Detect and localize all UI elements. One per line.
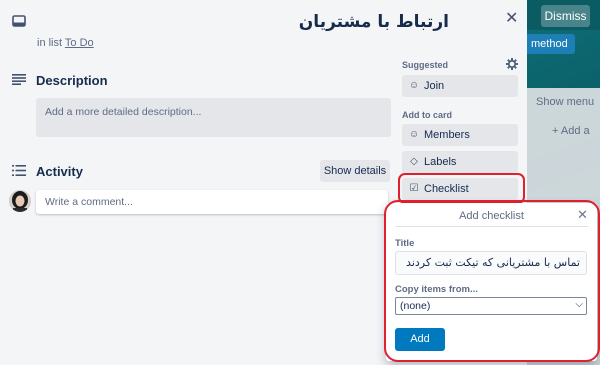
activity-heading: Activity [36, 164, 83, 179]
in-list-prefix: in list [37, 37, 63, 49]
card-title[interactable]: ارتباط با مشتریان [299, 12, 449, 32]
suggested-heading: Suggested [402, 60, 449, 70]
members-label: Members [424, 129, 470, 141]
tag-icon: ◇ [410, 156, 418, 167]
dismiss-button[interactable]: Dismiss [541, 5, 590, 27]
join-label: Join [424, 80, 445, 92]
comment-input[interactable]: Write a comment... [36, 190, 388, 214]
avatar[interactable] [9, 190, 31, 212]
join-button[interactable]: ☺ Join [402, 75, 518, 97]
in-list-info: in list To Do [37, 37, 94, 49]
close-icon[interactable]: ✕ [505, 8, 518, 28]
description-field[interactable]: Add a more detailed description... [36, 98, 391, 137]
person-icon: ☺ [408, 129, 420, 140]
card-icon [12, 15, 26, 27]
person-icon: ☺ [408, 80, 420, 91]
labels-button[interactable]: ◇ Labels [402, 151, 518, 173]
gear-icon[interactable] [506, 58, 518, 70]
show-menu-link[interactable]: Show menu [536, 96, 594, 108]
list-name-link[interactable]: To Do [65, 37, 94, 49]
add-another-link[interactable]: + Add a [552, 125, 590, 137]
add-to-card-heading: Add to card [402, 110, 453, 120]
labels-label: Labels [424, 156, 457, 168]
popover-highlight [384, 200, 600, 362]
activity-icon [12, 165, 26, 176]
members-button[interactable]: ☺ Members [402, 124, 518, 146]
method-button[interactable]: method [527, 34, 575, 54]
description-heading: Description [36, 73, 108, 88]
show-details-button[interactable]: Show details [320, 160, 390, 182]
description-icon [12, 74, 26, 85]
